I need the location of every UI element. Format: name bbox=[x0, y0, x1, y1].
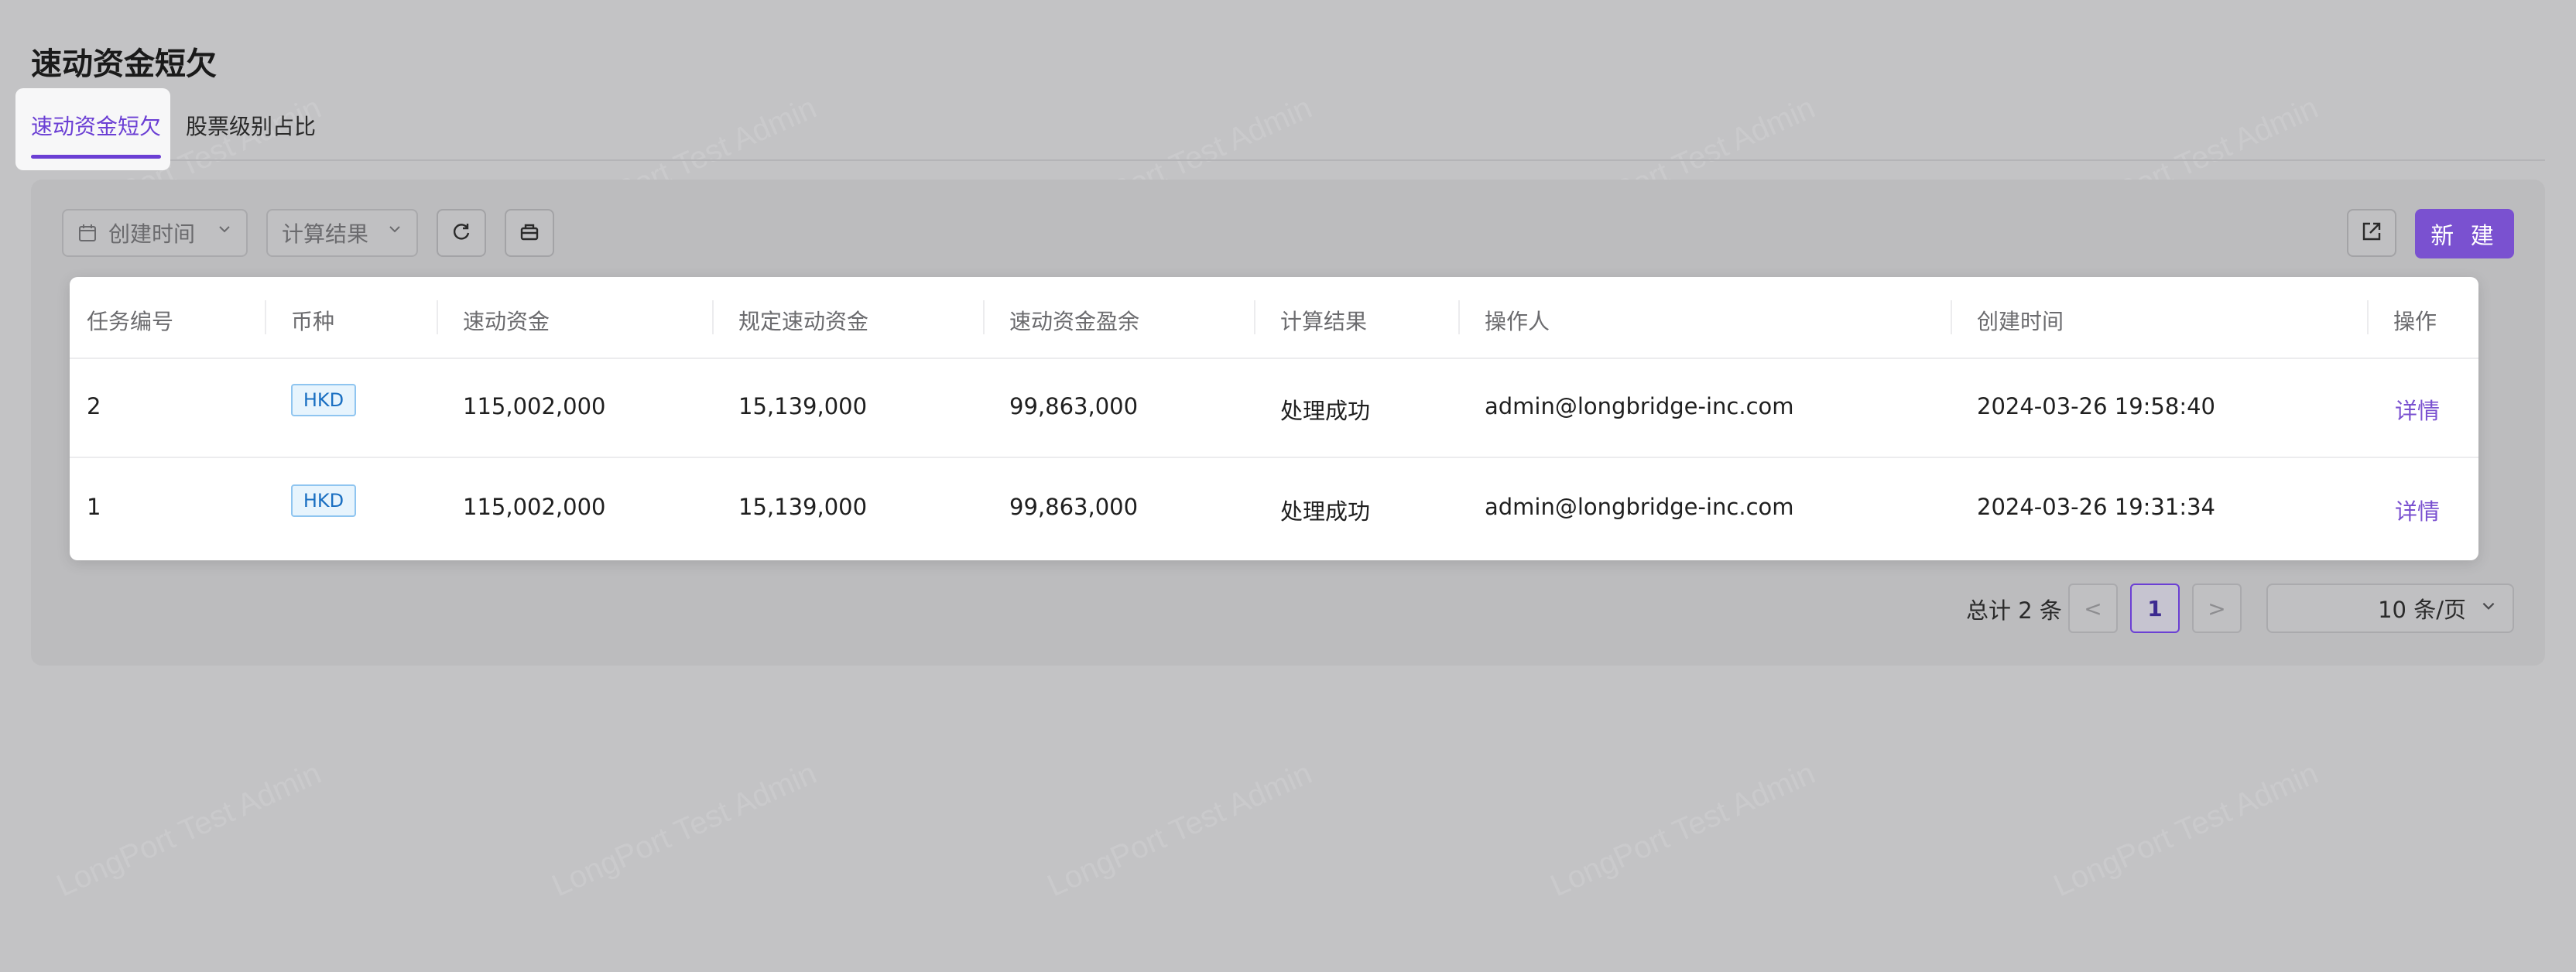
tab-quick-funds-shortfall[interactable]: 速动资金短欠 bbox=[31, 110, 161, 141]
page-1-button[interactable]: 1 bbox=[2130, 584, 2180, 633]
watermark: LongPort Test Admin bbox=[1545, 756, 1821, 904]
pagination-total: 总计 2 条 bbox=[1966, 597, 2062, 624]
chevron-right-icon: > bbox=[2208, 595, 2226, 621]
cell-result: 处理成功 bbox=[1280, 398, 1371, 424]
table-row: 2 HKD 115,002,000 15,139,000 99,863,000 … bbox=[70, 358, 2478, 458]
cell-surplus: 99,863,000 bbox=[1009, 494, 1139, 520]
calc-result-placeholder: 计算结果 bbox=[282, 221, 369, 247]
calc-result-filter[interactable]: 计算结果 bbox=[266, 209, 418, 257]
cell-created-at: 2024-03-26 19:58:40 bbox=[1977, 393, 2215, 419]
watermark: LongPort Test Admin bbox=[2048, 756, 2324, 904]
column-divider bbox=[2367, 300, 2369, 334]
column-header-task-id: 任务编号 bbox=[87, 309, 174, 334]
clear-filters-button[interactable] bbox=[505, 209, 554, 257]
export-button[interactable] bbox=[2347, 209, 2396, 257]
refresh-button[interactable] bbox=[437, 209, 486, 257]
cell-task-id: 1 bbox=[87, 494, 101, 520]
current-page-number: 1 bbox=[2147, 595, 2163, 621]
active-tab-underline bbox=[31, 155, 161, 159]
detail-link[interactable]: 详情 bbox=[2395, 494, 2440, 526]
clear-basket-icon bbox=[518, 220, 541, 246]
cell-task-id: 2 bbox=[87, 393, 101, 419]
chevron-left-icon: < bbox=[2084, 595, 2102, 621]
watermark: LongPort Test Admin bbox=[51, 756, 327, 904]
currency-tag: HKD bbox=[291, 484, 356, 517]
column-divider bbox=[1951, 300, 1952, 334]
column-divider bbox=[1458, 300, 1460, 334]
cell-required-quick-funds: 15,139,000 bbox=[738, 393, 868, 419]
cell-operator: admin@longbridge-inc.com bbox=[1485, 494, 1794, 520]
watermark: LongPort Test Admin bbox=[546, 756, 822, 904]
cell-quick-funds: 115,002,000 bbox=[463, 494, 606, 520]
column-divider bbox=[983, 300, 985, 334]
column-divider bbox=[437, 300, 438, 334]
created-time-filter[interactable]: 创建时间 bbox=[62, 209, 248, 257]
column-header-action: 操作 bbox=[2393, 309, 2437, 334]
tab-bar: 速动资金短欠 股票级别占比 bbox=[15, 87, 2545, 170]
calendar-icon bbox=[77, 223, 98, 243]
cell-result: 处理成功 bbox=[1280, 498, 1371, 525]
column-divider bbox=[1254, 300, 1255, 334]
page-title: 速动资金短欠 bbox=[31, 46, 217, 82]
export-icon bbox=[2360, 220, 2383, 246]
chevron-down-icon bbox=[2480, 597, 2497, 619]
column-divider bbox=[265, 300, 266, 334]
chevron-down-icon bbox=[217, 221, 232, 241]
prev-page-button[interactable]: < bbox=[2068, 584, 2118, 633]
column-header-currency: 币种 bbox=[291, 309, 335, 334]
next-page-button[interactable]: > bbox=[2192, 584, 2242, 633]
page-size-value: 10 条/页 bbox=[2378, 597, 2466, 623]
column-header-operator: 操作人 bbox=[1485, 309, 1550, 334]
chevron-down-icon bbox=[387, 221, 402, 241]
watermark: LongPort Test Admin bbox=[1042, 756, 1317, 904]
table-header: 任务编号 币种 速动资金 规定速动资金 速动资金盈余 计算结果 操作人 创建时间… bbox=[70, 277, 2478, 359]
cell-created-at: 2024-03-26 19:31:34 bbox=[1977, 494, 2215, 520]
detail-link[interactable]: 详情 bbox=[2395, 393, 2440, 426]
column-header-required-quick-funds: 规定速动资金 bbox=[738, 309, 869, 334]
data-table: 任务编号 币种 速动资金 规定速动资金 速动资金盈余 计算结果 操作人 创建时间… bbox=[70, 277, 2478, 560]
column-header-created-at: 创建时间 bbox=[1977, 309, 2064, 334]
cell-required-quick-funds: 15,139,000 bbox=[738, 494, 868, 520]
table-row: 1 HKD 115,002,000 15,139,000 99,863,000 … bbox=[70, 458, 2478, 557]
cell-surplus: 99,863,000 bbox=[1009, 393, 1139, 419]
currency-tag: HKD bbox=[291, 384, 356, 416]
column-header-surplus: 速动资金盈余 bbox=[1009, 309, 1140, 334]
column-divider bbox=[712, 300, 714, 334]
column-header-quick-funds: 速动资金 bbox=[463, 309, 550, 334]
created-time-placeholder: 创建时间 bbox=[108, 221, 196, 247]
new-button[interactable]: 新 建 bbox=[2415, 209, 2514, 258]
refresh-icon bbox=[450, 220, 473, 246]
column-header-result: 计算结果 bbox=[1280, 309, 1368, 334]
page-size-select[interactable]: 10 条/页 bbox=[2266, 584, 2514, 633]
tab-stock-level-ratio[interactable]: 股票级别占比 bbox=[186, 110, 316, 141]
cell-quick-funds: 115,002,000 bbox=[463, 393, 606, 419]
cell-operator: admin@longbridge-inc.com bbox=[1485, 393, 1794, 419]
